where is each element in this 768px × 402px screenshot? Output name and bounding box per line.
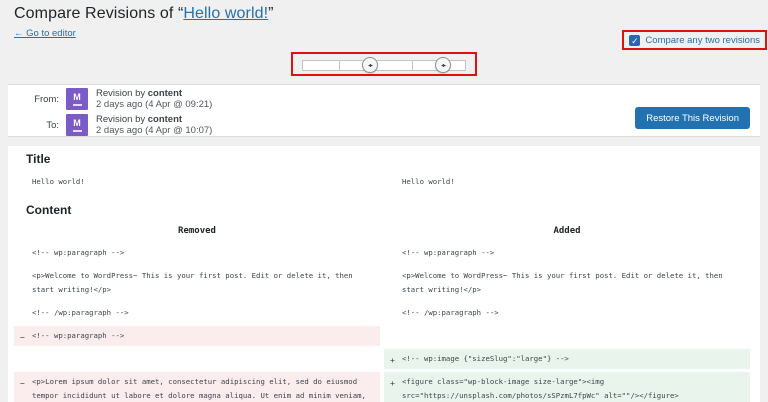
title-cell-right: Hello world! (384, 172, 750, 192)
drag-handle-icon: ◂▸ (441, 62, 445, 69)
removed-column-header: Removed (14, 220, 380, 240)
diff-cell-added: + <!-- wp:image {"sizeSlug":"large"} --> (384, 349, 750, 369)
page-header: Compare Revisions of “Hello world!” ← Go… (14, 5, 274, 41)
post-title-link[interactable]: Hello world! (183, 5, 268, 22)
minus-sign: − (20, 331, 25, 345)
avatar-letter: M (73, 119, 81, 128)
slider-handle-from[interactable]: ◂▸ (362, 57, 378, 73)
byline-prefix: Revision by (96, 88, 148, 99)
compare-any-two-checkbox[interactable]: ✓ (629, 35, 640, 46)
diff-cell-added: + <figure class="wp-block-image size-larg… (384, 372, 750, 402)
plus-sign: + (390, 354, 395, 368)
diff-header-row: Removed Added (14, 220, 750, 240)
diff-cell-left: <!-- wp:paragraph --> (14, 243, 380, 263)
diff-text: <figure class="wp-block-image size-large… (402, 375, 750, 402)
diff-cell-empty (384, 326, 750, 346)
author-name: content (148, 114, 182, 125)
slider-tickmark (412, 60, 413, 71)
diff-cell-right: <!-- wp:paragraph --> (384, 243, 750, 263)
plus-sign: + (390, 377, 395, 391)
diff-cell-removed: −<p>Lorem ipsum dolor sit amet, consecte… (14, 372, 380, 402)
drag-handle-icon: ◂▸ (368, 62, 372, 69)
from-revision-info: Revision by content 2 days ago (4 Apr @ … (96, 88, 212, 111)
to-date: 2 days ago (4 Apr @ 10:07) (96, 125, 212, 136)
avatar-letter: M (73, 93, 81, 102)
page-title-suffix: ” (268, 5, 273, 22)
slider-handle-to[interactable]: ◂▸ (435, 57, 451, 73)
diff-text: <p>Lorem ipsum dolor sit amet, consectet… (32, 375, 380, 402)
diff-row: <!-- /wp:paragraph --> <!-- /wp:paragrap… (14, 303, 750, 323)
diff-text: <p>Welcome to WordPress~ This is your fi… (32, 269, 380, 297)
content-diff-table: Removed Added <!-- wp:paragraph --> <!--… (10, 217, 754, 402)
to-revision-info: Revision by content 2 days ago (4 Apr @ … (96, 114, 212, 137)
diff-row: <!-- wp:paragraph --> <!-- wp:paragraph … (14, 243, 750, 263)
diff-cell-removed: −<!-- wp:paragraph --> (14, 326, 380, 346)
annotation-compare-checkbox: ✓ Compare any two revisions (622, 30, 767, 50)
content-section-heading: Content (26, 203, 760, 217)
diff-row: <p>Welcome to WordPress~ This is your fi… (14, 266, 750, 300)
diff-cell-left: <p>Welcome to WordPress~ This is your fi… (14, 266, 380, 300)
to-label: To: (8, 120, 66, 131)
go-to-editor-link[interactable]: ← Go to editor (14, 28, 76, 39)
added-column-header: Added (384, 220, 750, 240)
title-section-heading: Title (26, 152, 760, 166)
compare-any-two-label[interactable]: Compare any two revisions (645, 35, 760, 46)
from-byline: Revision by content (96, 88, 182, 99)
diff-cell-empty (14, 349, 380, 369)
diff-text: <!-- wp:paragraph --> (32, 246, 380, 260)
minus-sign: − (20, 377, 25, 391)
diff-cell-right: <p>Welcome to WordPress~ This is your fi… (384, 266, 750, 300)
diff-row: + <!-- wp:image {"sizeSlug":"large"} --> (14, 349, 750, 369)
diff-panel: Title Hello world! Hello world! Content … (8, 146, 760, 402)
revisions-meta-bar: From: M Revision by content 2 days ago (… (8, 84, 760, 137)
title-left-value: Hello world! (32, 175, 380, 189)
restore-revision-button[interactable]: Restore This Revision (635, 107, 750, 129)
diff-text: <!-- wp:image {"sizeSlug":"large"} --> (402, 352, 750, 366)
title-right-value: Hello world! (402, 175, 750, 189)
title-diff-table: Hello world! Hello world! (10, 169, 754, 195)
from-label: From: (8, 94, 66, 105)
diff-cell-left: <!-- /wp:paragraph --> (14, 303, 380, 323)
diff-cell-right: <!-- /wp:paragraph --> (384, 303, 750, 323)
diff-text: <p>Welcome to WordPress~ This is your fi… (402, 269, 750, 297)
author-avatar: M (66, 88, 88, 110)
byline-prefix: Revision by (96, 114, 148, 125)
diff-text: <!-- wp:paragraph --> (32, 329, 380, 343)
diff-row: −<!-- wp:paragraph --> (14, 326, 750, 346)
page-title-prefix: Compare Revisions of “ (14, 5, 183, 22)
diff-text: <!-- /wp:paragraph --> (32, 306, 380, 320)
author-avatar: M (66, 114, 88, 136)
annotation-revision-slider: ◂▸ ◂▸ (291, 52, 477, 76)
diff-text: <!-- /wp:paragraph --> (402, 306, 750, 320)
slider-tickmark (339, 60, 340, 71)
author-name: content (148, 88, 182, 99)
title-cell-left: Hello world! (14, 172, 380, 192)
page-title: Compare Revisions of “Hello world!” (14, 5, 274, 23)
diff-row: −<p>Lorem ipsum dolor sit amet, consecte… (14, 372, 750, 402)
title-row: Hello world! Hello world! (14, 172, 750, 192)
diff-text: <!-- wp:paragraph --> (402, 246, 750, 260)
to-byline: Revision by content (96, 114, 182, 125)
from-date: 2 days ago (4 Apr @ 09:21) (96, 99, 212, 110)
